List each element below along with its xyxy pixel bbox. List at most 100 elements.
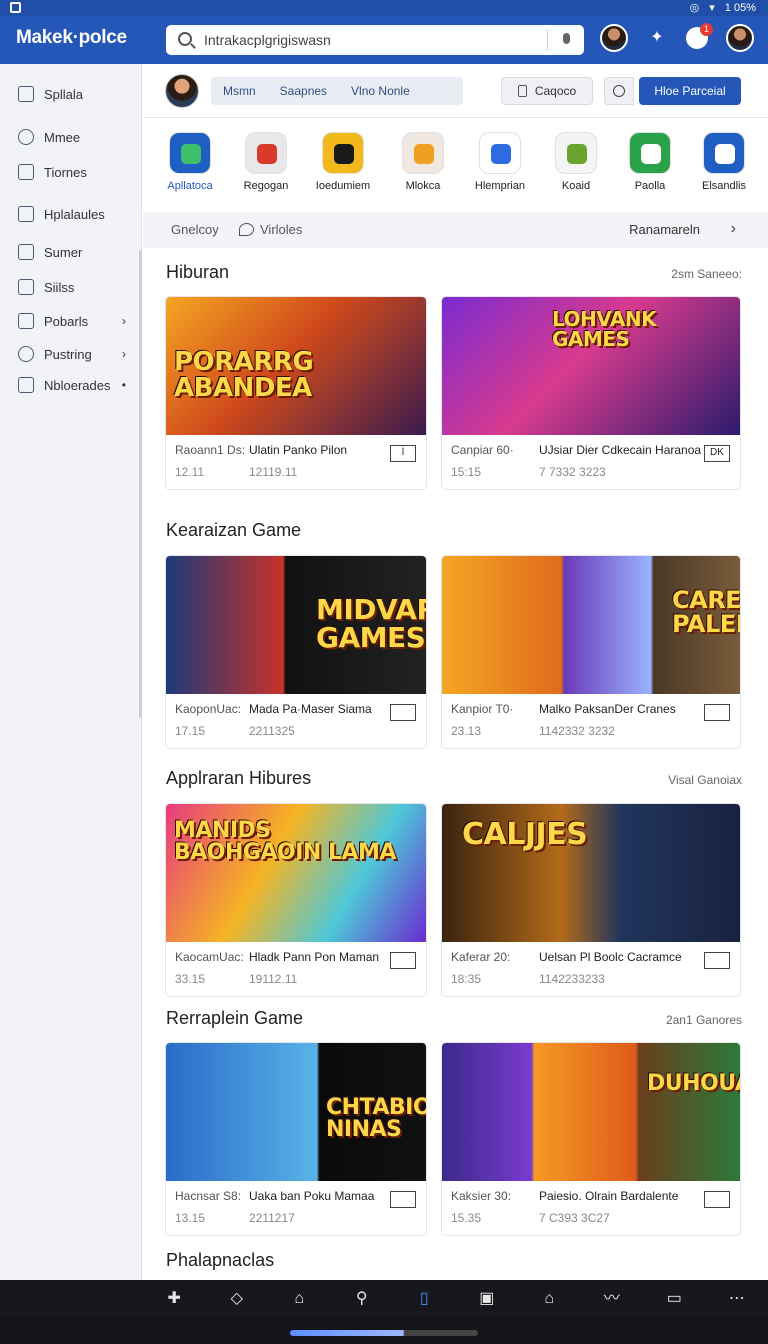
game-card[interactable]: CHTABIO NINAS Hacnsar S8: Uaka ban Poku Ma… xyxy=(165,1042,427,1236)
tab-saapnes[interactable]: Saapnes xyxy=(268,84,339,98)
game-checkbox[interactable] xyxy=(704,704,730,721)
game-time: 13.15 xyxy=(175,1211,206,1225)
game-checkbox[interactable]: l xyxy=(390,445,416,462)
app-shortcut-8[interactable]: Elsandlis xyxy=(687,132,761,192)
chevron-right-icon[interactable]: › xyxy=(122,314,126,328)
app-icon xyxy=(629,132,671,174)
bottom-nav: ✚ ◇ ⌂ ⚲ ▯ ▣ ⌂ 〰 ▭ ⋯ xyxy=(143,1280,768,1318)
bottom-nav-left xyxy=(0,1280,143,1318)
sparkle-icon[interactable]: ✦ xyxy=(646,27,668,49)
search-input[interactable]: Intrakacplgrigiswasn xyxy=(204,32,331,48)
people-icon[interactable]: ⚲ xyxy=(352,1290,372,1308)
grid-icon xyxy=(18,377,34,393)
tag-icon[interactable]: ◇ xyxy=(227,1290,247,1308)
mic-icon[interactable] xyxy=(563,33,570,44)
sidebar-item-2[interactable]: Mmee xyxy=(0,122,142,152)
game-thumbnail[interactable]: MIDVAR GAMES xyxy=(166,556,426,694)
home-icon[interactable]: ⌂ xyxy=(539,1290,559,1308)
game-thumbnail-title: MIDVAR GAMES xyxy=(316,593,426,654)
section-title: Hiburan xyxy=(166,262,230,282)
game-thumbnail[interactable]: CHTABIO NINAS xyxy=(166,1043,426,1181)
section-more-link[interactable]: 2sm Saneeo: xyxy=(671,267,742,281)
book-icon[interactable]: ▯ xyxy=(414,1290,434,1308)
sidebar-item-6[interactable]: Siilss xyxy=(0,272,142,302)
section-more-link[interactable]: 2an1 Ganores xyxy=(666,1013,742,1027)
tab-vlno[interactable]: Vlno Nonle xyxy=(339,84,422,98)
brand-logo[interactable]: Makek·polce xyxy=(16,27,127,49)
sidebar-item-7[interactable]: Pobarls › xyxy=(0,306,142,336)
chevron-right-icon[interactable]: › xyxy=(731,220,736,238)
notification-icon[interactable]: 1 xyxy=(686,23,713,49)
sidebar-item-label: Siilss xyxy=(44,279,75,295)
section-more-link[interactable]: Visal Ganoiax xyxy=(668,773,742,787)
search-icon xyxy=(178,32,192,46)
more-icon[interactable]: ⋯ xyxy=(727,1290,747,1308)
plus-icon[interactable]: ✚ xyxy=(164,1290,184,1308)
section-title: Kearaizan Game xyxy=(166,520,302,540)
app-shortcut-3[interactable]: Ioedumiem xyxy=(306,132,380,192)
section-title: Applraran Hibures xyxy=(166,768,312,788)
system-nav-bar xyxy=(0,1318,768,1344)
sidebar-item-3[interactable]: Tiornes xyxy=(0,157,142,187)
game-card[interactable]: CARERS PALENDR Kanpior T0· Malko PaksanDer… xyxy=(441,555,741,749)
game-checkbox[interactable] xyxy=(704,952,730,969)
bag-icon xyxy=(18,206,34,222)
game-checkbox[interactable] xyxy=(390,704,416,721)
game-card[interactable]: MANIDS BAOHGAOIN LAMA KaocamUac: Hladk Pan… xyxy=(165,803,427,997)
game-time: 15:15 xyxy=(451,465,482,479)
wave-icon[interactable]: 〰 xyxy=(602,1290,622,1308)
sidebar-item-4[interactable]: Hplalaules xyxy=(0,199,142,229)
search-button[interactable] xyxy=(604,77,634,105)
app-shortcut-6[interactable]: Koaid xyxy=(539,132,613,192)
game-thumbnail-title: CALJJES xyxy=(462,817,588,852)
avatar[interactable] xyxy=(600,24,628,52)
doc-icon[interactable]: ▣ xyxy=(477,1290,497,1308)
game-card[interactable]: PORARRG ABANDEA Raoann1 Ds: Ulatin Panko P… xyxy=(165,296,427,490)
sidebar-item-8[interactable]: Pustring › xyxy=(0,339,142,369)
app-shortcut-4[interactable]: Mlokca xyxy=(386,132,460,192)
users-icon xyxy=(18,244,34,260)
game-checkbox[interactable] xyxy=(390,1191,416,1208)
chat-icon[interactable]: ▭ xyxy=(664,1290,684,1308)
game-checkbox[interactable] xyxy=(704,1191,730,1208)
home-indicator[interactable] xyxy=(290,1330,478,1336)
filter-general[interactable]: Gnelcoy xyxy=(171,222,219,237)
game-card[interactable]: LOHVANK GAMES Canpiar 60· UJsiar Dier Cdke… xyxy=(441,296,741,490)
sidebar-item-5[interactable]: Sumer xyxy=(0,237,142,267)
game-thumbnail[interactable]: DUHOUAS xyxy=(442,1043,740,1181)
user-avatar[interactable] xyxy=(165,74,199,108)
bookmark-icon[interactable]: ⌂ xyxy=(289,1290,309,1308)
game-checkbox[interactable] xyxy=(390,952,416,969)
tab-msmn[interactable]: Msmn xyxy=(211,84,268,98)
app-shortcut-label: Koaid xyxy=(561,180,591,192)
profile-avatar[interactable] xyxy=(726,24,754,52)
catalog-button[interactable]: Caqoco xyxy=(501,77,593,105)
game-time: 12.11 xyxy=(175,465,205,479)
filter-chat[interactable]: Virloles xyxy=(239,222,302,237)
app-shortcut-7[interactable]: Paolla xyxy=(613,132,687,192)
game-card[interactable]: MIDVAR GAMES KaoponUac: Mada Pa·Maser Siam… xyxy=(165,555,427,749)
search-bar[interactable]: Intrakacplgrigiswasn xyxy=(166,25,584,55)
game-thumbnail[interactable]: LOHVANK GAMES xyxy=(442,297,740,435)
game-thumbnail[interactable]: CARERS PALENDR xyxy=(442,556,740,694)
sidebar-item-1[interactable]: Spllala xyxy=(0,79,142,109)
app-shortcut-5[interactable]: Hlemprian xyxy=(463,132,537,192)
game-thumbnail[interactable]: CALJJES xyxy=(442,804,740,942)
game-checkbox[interactable]: DK xyxy=(704,445,730,462)
app-icon xyxy=(703,132,745,174)
filter-right-label[interactable]: Ranamareln xyxy=(629,222,700,237)
game-thumbnail[interactable]: PORARRG ABANDEA xyxy=(166,297,426,435)
game-card[interactable]: DUHOUAS Kaksier 30: Paiesio. Olrain Bardal… xyxy=(441,1042,741,1236)
game-thumbnail[interactable]: MANIDS BAOHGAOIN LAMA xyxy=(166,804,426,942)
primary-button[interactable]: Hloe Parceial xyxy=(639,77,741,105)
chevron-right-icon[interactable]: • xyxy=(122,378,126,392)
app-shortcut-1[interactable]: Apllatoca xyxy=(153,132,227,192)
game-publisher: Kaksier 30: xyxy=(451,1189,512,1203)
section-title: Phalapnaclas xyxy=(166,1250,275,1270)
catalog-button-label: Caqoco xyxy=(534,84,577,98)
chevron-right-icon[interactable]: › xyxy=(122,347,126,361)
sidebar-item-9[interactable]: Nbloerades • xyxy=(0,370,142,400)
game-publisher: Hacnsar S8: xyxy=(175,1189,242,1203)
app-shortcut-2[interactable]: Regogan xyxy=(229,132,303,192)
game-card[interactable]: CALJJES Kaferar 20: Uelsan Pl Boolc Cacram… xyxy=(441,803,741,997)
